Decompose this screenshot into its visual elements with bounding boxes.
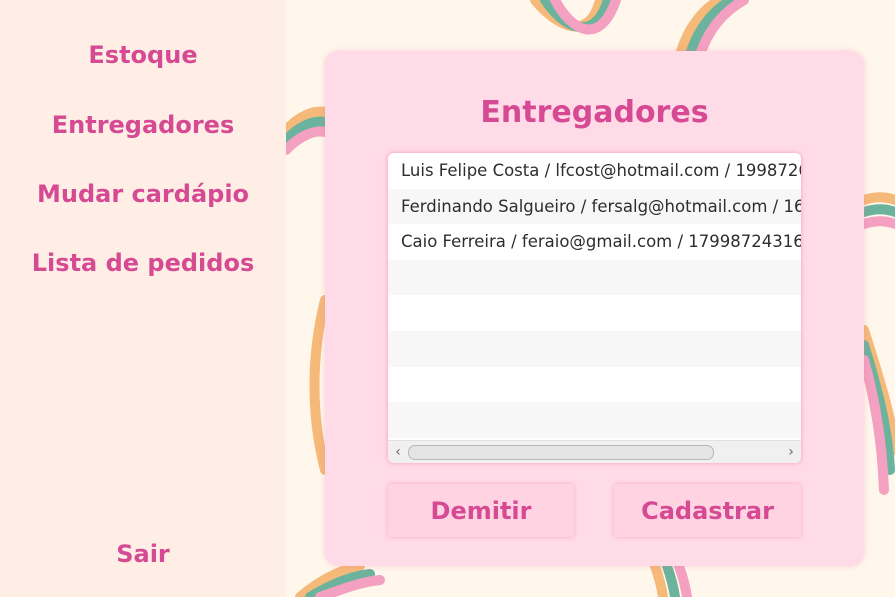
sidebar-item-estoque[interactable]: Estoque <box>0 41 286 69</box>
list-item[interactable]: Luis Felipe Costa / lfcost@hotmail.com /… <box>388 153 801 189</box>
horizontal-scrollbar[interactable]: ‹ › <box>388 440 801 463</box>
sidebar: Estoque Entregadores Mudar cardápio List… <box>0 0 286 597</box>
list-item-empty <box>388 366 801 403</box>
sidebar-item-mudar-cardapio[interactable]: Mudar cardápio <box>0 180 286 208</box>
list-item[interactable]: Caio Ferreira / feraio@gmail.com / 17998… <box>388 224 801 260</box>
list-item-empty <box>388 259 801 296</box>
logout-button[interactable]: Sair <box>0 540 286 568</box>
list-rows: Luis Felipe Costa / lfcost@hotmail.com /… <box>388 153 801 440</box>
list-item-empty <box>388 402 801 438</box>
scrollbar-thumb[interactable] <box>408 445 714 460</box>
scroll-left-icon[interactable]: ‹ <box>389 441 407 463</box>
fire-button[interactable]: Demitir <box>388 484 574 537</box>
sidebar-item-lista-de-pedidos[interactable]: Lista de pedidos <box>0 249 286 277</box>
sidebar-item-entregadores[interactable]: Entregadores <box>0 111 286 139</box>
main-card: Entregadores Luis Felipe Costa / lfcost@… <box>325 51 864 566</box>
list-item-empty <box>388 330 801 367</box>
scroll-right-icon[interactable]: › <box>782 441 800 463</box>
register-button[interactable]: Cadastrar <box>614 484 801 537</box>
page-title: Entregadores <box>480 95 709 130</box>
list-item[interactable]: Ferdinando Salgueiro / fersalg@hotmail.c… <box>388 188 801 225</box>
delivery-people-list[interactable]: Luis Felipe Costa / lfcost@hotmail.com /… <box>388 153 801 463</box>
list-item-empty <box>388 295 801 331</box>
